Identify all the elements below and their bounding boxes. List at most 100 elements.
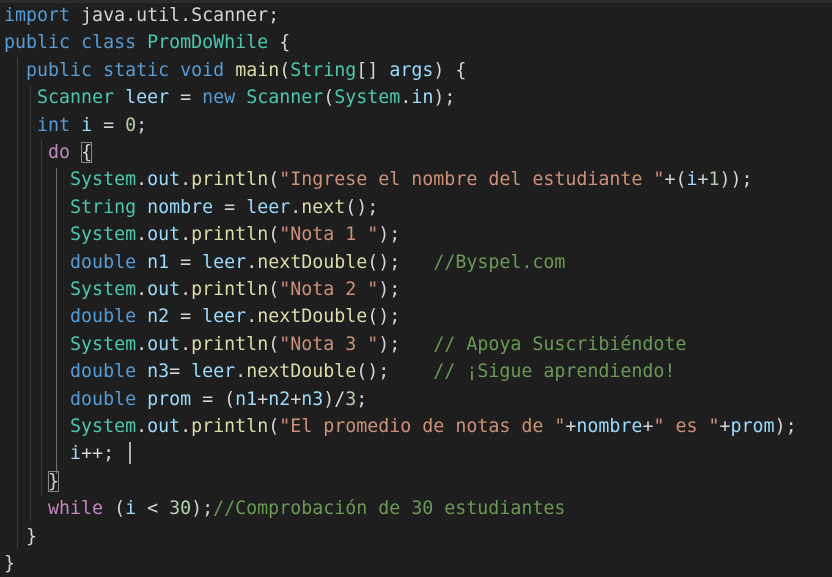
code-token: prom	[730, 416, 775, 437]
code-token: .	[180, 169, 192, 191]
code-editor[interactable]: import java.util.Scanner; public class Pr…	[0, 0, 832, 577]
text-cursor	[129, 442, 131, 464]
code-token: Scanner	[246, 87, 324, 109]
code-token: args	[389, 59, 434, 81]
code-line[interactable]: }	[4, 550, 15, 577]
code-token: out	[147, 169, 181, 191]
code-token: .	[180, 279, 192, 300]
code-token: .	[180, 333, 192, 355]
code-token: out	[147, 416, 181, 437]
code-line[interactable]: double n1 = leer.nextDouble(); //Byspel.…	[4, 249, 565, 276]
code-token: leer	[246, 196, 291, 218]
code-token: double	[70, 306, 137, 328]
code-token: 0	[125, 114, 137, 136]
code-token: double	[70, 388, 137, 410]
code-token: public	[4, 32, 71, 54]
code-line[interactable]: System.out.println("Nota 3 "); // Apoya …	[4, 331, 686, 358]
matched-bracket: }	[48, 470, 60, 492]
code-line[interactable]: while (i < 30);//Comprobación de 30 estu…	[4, 495, 565, 522]
code-line[interactable]: i++;	[4, 440, 114, 467]
code-token: System	[334, 87, 401, 109]
code-token: ();	[356, 361, 434, 383]
code-line[interactable]: public class PromDoWhile {	[4, 29, 290, 56]
code-token: System	[70, 279, 137, 300]
code-line[interactable]: import java.util.Scanner;	[4, 2, 279, 29]
code-token: (	[268, 279, 280, 300]
code-line[interactable]: String nombre = leer.next();	[4, 194, 378, 221]
code-line[interactable]: }	[4, 468, 60, 495]
code-token: System	[70, 169, 137, 191]
code-token: ;	[136, 114, 148, 136]
code-line[interactable]: System.out.println("El promedio de notas…	[4, 413, 797, 440]
code-token: System	[70, 224, 137, 246]
code-token: =	[169, 87, 203, 109]
code-token: ++;	[81, 443, 115, 465]
code-token: =	[169, 306, 203, 328]
code-token: "Nota 3 "	[279, 333, 379, 355]
code-line[interactable]: System.out.println("Nota 2 ");	[4, 276, 400, 303]
matched-bracket: {	[81, 142, 93, 163]
code-token: int	[37, 114, 71, 136]
code-token: out	[147, 333, 181, 355]
code-token: )/	[323, 388, 346, 410]
code-line[interactable]: public static void main(String[] args) {	[4, 57, 466, 84]
code-token: );	[433, 87, 456, 109]
code-token: +	[565, 416, 577, 437]
code-line[interactable]: int i = 0;	[4, 112, 147, 139]
code-token: .	[180, 224, 192, 246]
code-line[interactable]: }	[4, 523, 37, 550]
code-token: n1	[147, 251, 170, 273]
code-line[interactable]: System.out.println("Nota 1 ");	[4, 221, 400, 248]
code-token: nombre	[147, 196, 214, 218]
code-token: prom	[147, 388, 192, 410]
code-token: System	[70, 416, 137, 437]
code-token: .	[400, 87, 412, 109]
code-token: ;	[356, 388, 368, 410]
code-token: .	[136, 169, 148, 191]
code-line[interactable]: do {	[4, 139, 93, 166]
code-token: void	[180, 59, 225, 81]
code-token: .	[290, 196, 302, 218]
code-token: );	[774, 416, 797, 437]
code-token: ) {	[433, 59, 467, 81]
code-token: public	[26, 59, 93, 81]
code-token: .	[235, 361, 247, 383]
code-token: println	[191, 279, 269, 300]
code-token: );	[191, 498, 214, 520]
code-token: i	[70, 443, 82, 465]
code-token: (	[103, 498, 126, 520]
code-line[interactable]: double prom = (n1+n2+n3)/3;	[4, 386, 367, 413]
code-token: "Nota 2 "	[279, 279, 379, 300]
code-token: out	[147, 224, 181, 246]
code-token: double	[70, 361, 137, 383]
code-token: " es "	[653, 416, 720, 437]
code-line[interactable]: Scanner leer = new Scanner(System.in);	[4, 84, 455, 111]
code-token: .	[180, 416, 192, 437]
code-token: =	[92, 114, 126, 136]
code-token: n2	[147, 306, 170, 328]
code-line[interactable]: System.out.println("Ingrese el nombre de…	[4, 166, 752, 193]
code-token: "Nota 1 "	[279, 224, 379, 246]
code-token: 30	[169, 498, 192, 520]
code-token: =	[169, 361, 192, 383]
code-token: i	[81, 114, 93, 136]
code-token: +	[719, 416, 731, 437]
code-token: .	[246, 306, 258, 328]
code-token: +	[642, 416, 654, 437]
code-line[interactable]: double n3= leer.nextDouble(); // ¡Sigue …	[4, 358, 675, 385]
code-token: = (	[191, 388, 236, 410]
code-line[interactable]: double n2 = leer.nextDouble();	[4, 303, 400, 330]
